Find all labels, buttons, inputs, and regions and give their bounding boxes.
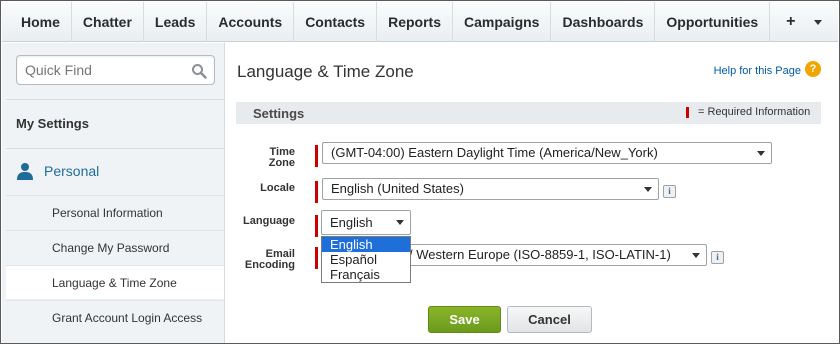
all-tabs-plus-icon[interactable]: + <box>770 2 805 42</box>
help-icon[interactable]: ? <box>805 61 821 77</box>
sidebar-item-grant-login-access[interactable]: Grant Account Login Access <box>6 300 224 334</box>
timezone-value: (GMT-04:00) Eastern Daylight Time (Ameri… <box>331 145 658 160</box>
required-marker <box>315 145 318 167</box>
sidebar-item-personal[interactable]: Personal <box>16 162 99 180</box>
tab-chatter[interactable]: Chatter <box>72 2 144 42</box>
required-info-text: = Required Information <box>698 106 811 118</box>
help-link[interactable]: Help for this Page <box>714 65 801 77</box>
email-encoding-label: Email Encoding <box>235 249 295 271</box>
search-icon[interactable] <box>191 63 207 79</box>
cancel-button[interactable]: Cancel <box>507 306 592 333</box>
dropdown-arrow-icon <box>396 220 404 225</box>
required-marker <box>315 215 318 237</box>
my-settings-heading: My Settings <box>16 116 89 131</box>
info-icon[interactable]: i <box>663 185 676 198</box>
locale-value: English (United States) <box>331 181 464 196</box>
info-icon[interactable]: i <box>711 251 724 264</box>
sidebar-item-change-password[interactable]: Change My Password <box>6 230 224 264</box>
locale-select[interactable]: English (United States) <box>322 178 659 200</box>
locale-label: Locale <box>260 182 295 194</box>
sidebar-item-label: Personal <box>44 163 100 179</box>
tab-reports[interactable]: Reports <box>377 2 453 42</box>
main-content: Language & Time Zone Help for this Page … <box>225 43 839 343</box>
language-label: Language <box>243 215 295 227</box>
email-encoding-value: / Western Europe (ISO-8859-1, ISO-LATIN-… <box>409 247 671 262</box>
dropdown-arrow-icon <box>757 151 765 156</box>
tab-contacts[interactable]: Contacts <box>294 2 378 42</box>
language-option-english[interactable]: English <box>322 237 410 252</box>
app-frame: Home Chatter Leads Accounts Contacts Rep… <box>0 0 840 344</box>
tab-campaigns[interactable]: Campaigns <box>453 2 552 42</box>
tab-bar: Home Chatter Leads Accounts Contacts Rep… <box>2 2 830 42</box>
top-nav: Home Chatter Leads Accounts Contacts Rep… <box>2 2 838 42</box>
required-marker <box>315 247 318 269</box>
page-title: Language & Time Zone <box>237 62 414 81</box>
tab-accounts[interactable]: Accounts <box>207 2 295 42</box>
language-dropdown-list: English Español Français <box>321 236 411 283</box>
required-marker <box>686 107 689 118</box>
save-button[interactable]: Save <box>428 306 501 333</box>
email-encoding-label-line2: Encoding <box>244 259 295 271</box>
tab-home[interactable]: Home <box>2 2 72 42</box>
dropdown-arrow-icon <box>692 253 700 258</box>
timezone-label: Time Zone <box>245 147 295 169</box>
language-select[interactable]: English <box>321 210 411 235</box>
timezone-select[interactable]: (GMT-04:00) Eastern Daylight Time (Ameri… <box>322 142 772 164</box>
section-title: Settings <box>253 106 305 121</box>
quick-find-box[interactable] <box>16 55 215 85</box>
sidebar-divider <box>6 99 224 100</box>
language-value: English <box>330 215 373 230</box>
quick-find-input[interactable] <box>25 62 185 78</box>
required-marker <box>315 181 318 203</box>
timezone-label-line2: Zone <box>268 157 295 169</box>
tab-leads[interactable]: Leads <box>144 2 208 42</box>
tab-dashboards[interactable]: Dashboards <box>551 2 656 42</box>
settings-section-header: Settings = Required Information <box>236 102 821 124</box>
tab-opportunities[interactable]: Opportunities <box>655 2 771 42</box>
language-option-francais[interactable]: Français <box>322 267 410 282</box>
more-tabs-button[interactable] <box>806 2 830 42</box>
setup-sidebar: My Settings Personal Personal Informatio… <box>2 43 225 343</box>
dropdown-arrow-icon <box>644 187 652 192</box>
language-option-espanol[interactable]: Español <box>322 252 410 267</box>
sidebar-divider <box>6 148 224 149</box>
person-icon <box>17 163 33 180</box>
sidebar-item-language-time-zone[interactable]: Language & Time Zone <box>6 265 224 299</box>
chevron-down-icon <box>813 19 822 25</box>
sidebar-item-personal-information[interactable]: Personal Information <box>6 195 224 229</box>
